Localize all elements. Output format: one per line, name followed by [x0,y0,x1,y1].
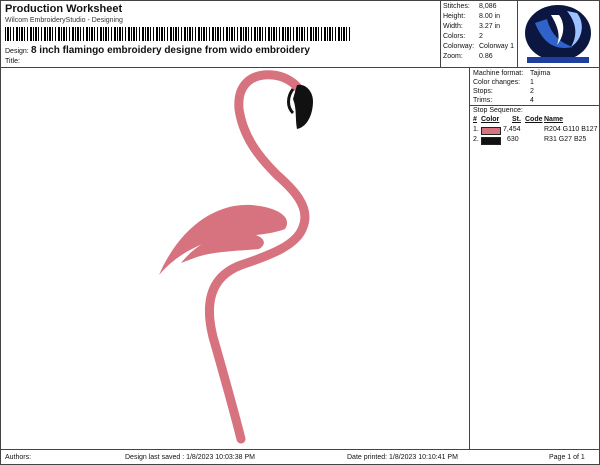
stop-row: 2. 630 R31 G27 B25 [473,136,587,145]
design-row: Design: 8 inch flamingo embroidery desig… [5,45,310,56]
stat-height: Height: 8.00 in [443,13,501,20]
flamingo-illustration [159,70,313,444]
panel-divider [470,105,599,106]
last-saved: Design last saved : 1/8/2023 10:03:38 PM [125,454,255,461]
color-swatch [481,137,501,145]
stat-colorway: Colorway: Colorway 1 [443,43,515,50]
footer: Authors: Design last saved : 1/8/2023 10… [1,449,599,465]
production-worksheet: Production Worksheet Wilcom EmbroiderySt… [0,0,600,465]
stat-stitches: Stitches: 8,086 [443,3,497,10]
design-name: 8 inch flamingo embroidery designe from … [30,45,310,56]
col-st: St. [512,116,521,123]
stat-width: Width: 3.27 in [443,23,501,30]
title-row: Title: [5,58,20,65]
worksheet-title: Production Worksheet [5,3,123,15]
stop-row: 1. 7,454 R204 G110 B127 [473,126,598,135]
color-swatch [481,127,501,135]
machine-format: Machine format: Tajima [473,70,551,77]
stats-panel: Stitches: 8,086 Height: 8.00 in Width: 3.27… [440,1,518,67]
machine-panel: Machine format: Tajima Color changes: 1 St… [470,67,599,449]
stat-zoom: Zoom: 0.86 [443,53,493,60]
stat-colors: Colors: 2 [443,33,483,40]
col-code: Code [525,116,543,123]
flamingo-neck-body [204,70,310,444]
design-preview [1,67,470,449]
header: Production Worksheet Wilcom EmbroiderySt… [1,1,441,67]
authors-label: Authors: [5,454,32,461]
flamingo-beak [293,84,313,129]
flamingo-face [287,88,295,115]
color-changes: Color changes: 1 [473,79,534,86]
page-number: Page 1 of 1 [549,454,585,461]
col-name: Name [544,116,564,123]
flamingo-leg [221,371,243,441]
col-num: # [473,116,477,123]
design-label: Design: [5,48,29,55]
brand-logo [525,5,591,63]
title-label: Title: [5,58,20,65]
barcode [5,27,351,41]
stop-sequence-title: Stop Sequence: [473,107,523,114]
col-color: Color [481,116,500,123]
app-subtitle: Wilcom EmbroideryStudio - Designing [5,17,123,24]
date-printed: Date printed: 1/8/2023 10:10:41 PM [347,454,458,461]
stops: Stops: 2 [473,88,534,95]
